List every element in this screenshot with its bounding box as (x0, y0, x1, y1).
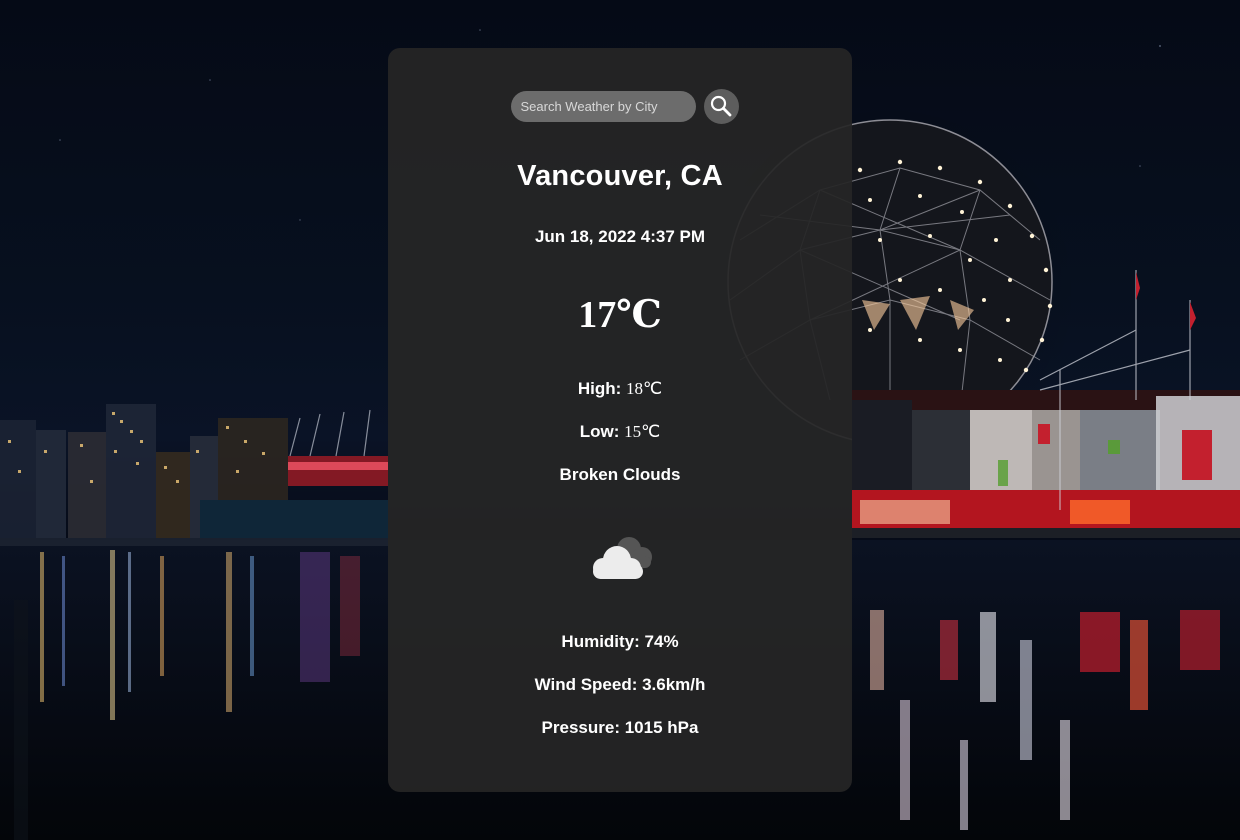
low-value: 15℃ (624, 422, 661, 441)
low-temperature: Low: 15℃ (388, 422, 852, 442)
high-label: High: (577, 379, 627, 398)
date-time: Jun 18, 2022 4:37 PM (534, 227, 706, 246)
search-button[interactable] (703, 88, 739, 124)
weather-card: Vancouver, CA Jun 18, 2022 4:37 PM 17℃ H… (388, 48, 852, 792)
app-root: Vancouver, CA Jun 18, 2022 4:37 PM 17℃ H… (0, 0, 1240, 840)
wind-speed: Wind Speed: 3.6km/h (534, 675, 706, 694)
broken-clouds-icon (593, 537, 652, 579)
search-bar (388, 88, 852, 124)
low-label: Low: (579, 422, 625, 441)
high-value: 18℃ (626, 379, 663, 398)
pressure: Pressure: 1015 hPa (541, 718, 699, 737)
search-icon (710, 95, 732, 117)
search-input[interactable] (510, 90, 696, 122)
current-temperature: 17℃ (578, 294, 662, 336)
humidity: Humidity: 74% (561, 632, 679, 651)
weather-description: Broken Clouds (559, 465, 681, 484)
left-skyline (0, 404, 388, 546)
high-temperature: High: 18℃ (388, 379, 852, 399)
city-name: Vancouver, CA (517, 160, 723, 192)
